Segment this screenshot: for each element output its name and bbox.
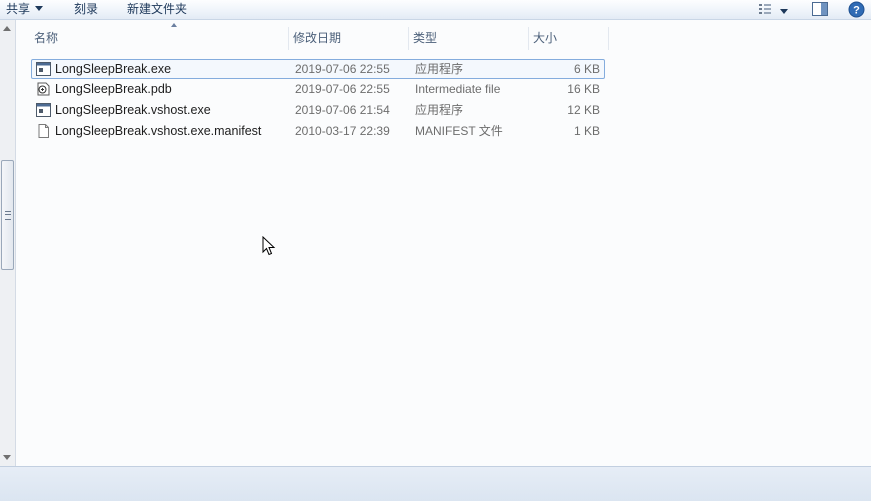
column-divider[interactable] xyxy=(408,27,409,50)
column-size[interactable]: 大小 xyxy=(530,27,609,50)
share-label: 共享 xyxy=(6,2,31,16)
file-date: 2019-07-06 22:55 xyxy=(295,62,390,76)
column-type-label: 类型 xyxy=(413,31,438,45)
file-name: LongSleepBreak.vshost.exe.manifest xyxy=(55,124,262,138)
file-size: 6 KB xyxy=(573,62,600,76)
file-name: LongSleepBreak.pdb xyxy=(55,82,172,96)
pdb-icon xyxy=(37,82,50,96)
chevron-down-icon xyxy=(35,6,44,11)
view-details-icon[interactable] xyxy=(757,1,773,20)
view-options-chevron-icon[interactable] xyxy=(780,5,788,19)
column-date-label: 修改日期 xyxy=(293,31,342,45)
file-icon xyxy=(38,124,49,138)
burn-label: 刻录 xyxy=(74,2,99,16)
help-icon[interactable]: ? xyxy=(848,1,865,21)
file-type: Intermediate file xyxy=(415,82,501,96)
scroll-up-arrow-icon[interactable] xyxy=(3,26,11,31)
file-date: 2010-03-17 22:39 xyxy=(295,124,390,138)
column-name-label: 名称 xyxy=(34,31,59,45)
burn-button[interactable]: 刻录 xyxy=(74,2,98,17)
command-bar: 共享 刻录 新建文件夹 ? xyxy=(0,0,871,20)
file-size: 12 KB xyxy=(567,103,600,117)
file-row[interactable]: LongSleepBreak.vshost.exe.manifest 2010-… xyxy=(32,122,604,141)
column-divider[interactable] xyxy=(608,27,609,50)
file-name: LongSleepBreak.exe xyxy=(55,62,172,76)
grip-icon xyxy=(5,211,11,220)
column-header: 名称 修改日期 类型 大小 xyxy=(16,23,616,50)
file-type: 应用程序 xyxy=(415,103,464,117)
column-divider[interactable] xyxy=(288,27,289,50)
scroll-thumb[interactable] xyxy=(1,160,14,270)
svg-text:?: ? xyxy=(853,5,860,17)
vertical-scrollbar[interactable] xyxy=(0,20,16,466)
file-row[interactable]: LongSleepBreak.pdb 2019-07-06 22:55 Inte… xyxy=(32,80,604,99)
file-date: 2019-07-06 21:54 xyxy=(295,103,390,117)
chevron-down-icon xyxy=(780,9,788,14)
file-type: 应用程序 xyxy=(415,62,464,76)
column-type[interactable]: 类型 xyxy=(410,27,529,50)
column-size-label: 大小 xyxy=(533,31,558,45)
column-date[interactable]: 修改日期 xyxy=(290,27,411,50)
file-size: 16 KB xyxy=(567,82,600,96)
scroll-down-arrow-icon[interactable] xyxy=(3,455,11,460)
column-divider[interactable] xyxy=(528,27,529,50)
share-button[interactable]: 共享 xyxy=(6,2,44,17)
new-folder-label: 新建文件夹 xyxy=(127,2,188,16)
file-row[interactable]: LongSleepBreak.vshost.exe 2019-07-06 21:… xyxy=(32,101,604,120)
mouse-cursor-icon xyxy=(262,236,276,256)
exe-icon xyxy=(36,62,51,76)
details-pane xyxy=(0,466,871,501)
column-name[interactable]: 名称 xyxy=(31,27,289,50)
file-date: 2019-07-06 22:55 xyxy=(295,82,390,96)
preview-pane-icon[interactable] xyxy=(811,1,829,20)
file-name: LongSleepBreak.vshost.exe xyxy=(55,103,211,117)
exe-icon xyxy=(36,103,51,117)
file-size: 1 KB xyxy=(573,124,600,138)
file-row[interactable]: LongSleepBreak.exe 2019-07-06 22:55 应用程序… xyxy=(31,59,605,79)
file-type: MANIFEST 文件 xyxy=(415,124,503,138)
new-folder-button[interactable]: 新建文件夹 xyxy=(127,2,187,17)
